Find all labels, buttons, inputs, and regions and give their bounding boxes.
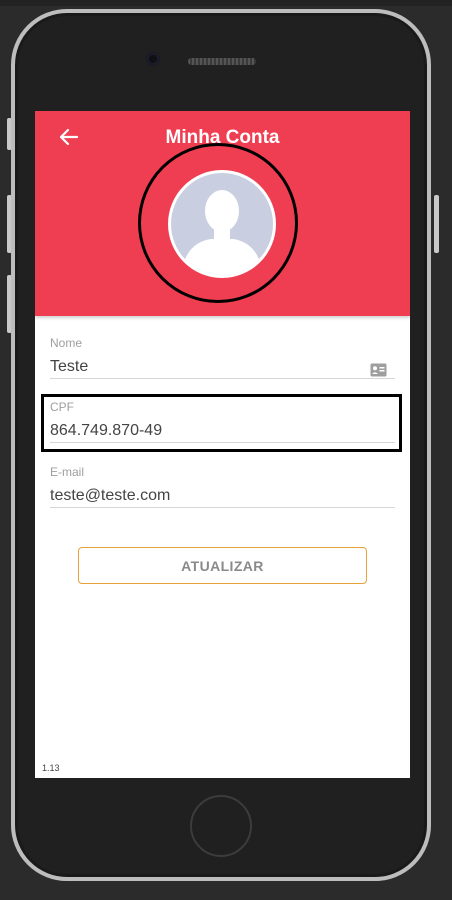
avatar-highlight-circle [138,143,298,303]
app-version: 1.13 [42,763,60,773]
speaker-grille [188,58,256,65]
power-button [434,195,439,253]
email-input[interactable] [50,485,395,508]
update-button[interactable]: ATUALIZAR [78,547,367,584]
home-button[interactable] [190,795,252,857]
app-screen: Minha Conta Nome CPF [35,111,410,778]
profile-header: Minha Conta [35,111,410,316]
name-input[interactable] [50,356,395,379]
email-label: E-mail [50,465,85,479]
camera-icon [146,52,160,66]
name-label: Nome [50,336,83,350]
background-strip [0,0,452,6]
contact-card-icon [370,363,387,377]
cpf-highlight-box [41,394,402,452]
